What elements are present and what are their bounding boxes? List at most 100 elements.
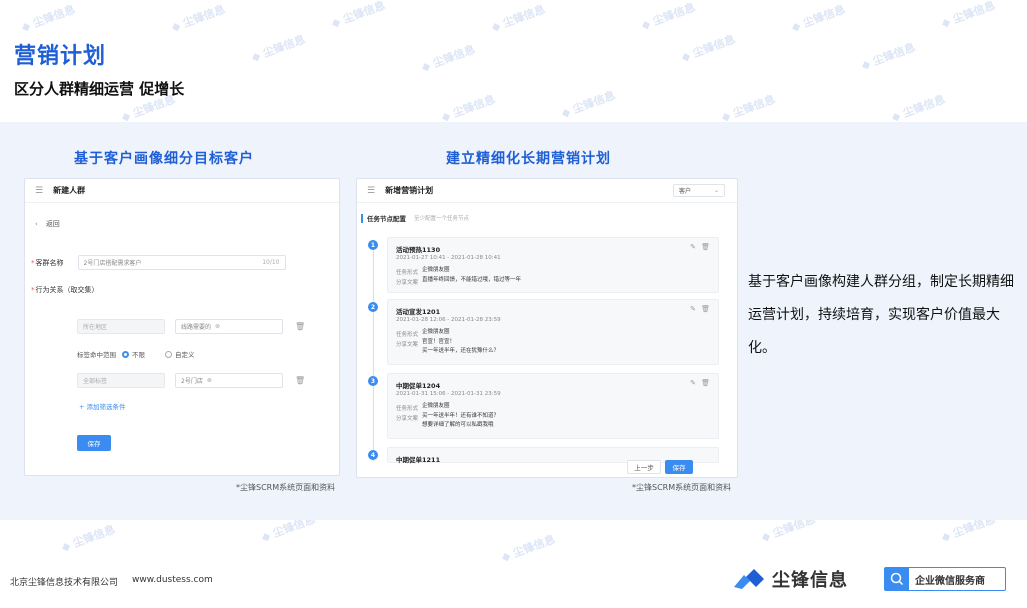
wecom-icon [885, 568, 909, 590]
brand-name: 尘锋信息 [772, 570, 848, 591]
left-section-heading: 基于客户画像细分目标客户 [74, 151, 254, 167]
watermark-text: ◆ 尘锋信息 [419, 42, 477, 75]
task-copy-line: 直播年终回馈，不能错过哦，错过等一年 [422, 277, 522, 283]
save-button[interactable]: 保存 [77, 435, 111, 451]
slide: ◆ 尘锋信息 ◆ 尘锋信息 ◆ 尘锋信息 ◆ 尘锋信息 ◆ 尘锋信息 ◆ 尘锋信息 ◆ 尘锋… [0, 0, 1027, 608]
timeline-step-marker: 4 [368, 450, 378, 460]
task-time: 2021-01-27 10:41 - 2021-01-28 10:41 [396, 255, 501, 261]
edit-icon[interactable]: ✎ [690, 305, 696, 313]
next-button[interactable]: 保存 [665, 460, 693, 474]
task-copy-line: 想要详细了解的可以私戳我哦 [422, 422, 494, 428]
filter2-field-select[interactable]: 全部标签 [77, 373, 165, 388]
task-copy-line: 官宣！官宣！ [422, 339, 456, 345]
task-time: 2021-01-31 15:06 - 2021-01-31 23:59 [396, 391, 501, 397]
add-filter-link[interactable]: + 添加筛选条件 [79, 401, 126, 411]
task-copy-label: 分享文案 [396, 416, 419, 422]
chevron-down-icon: ⌄ [713, 187, 719, 194]
radio-unlimited[interactable] [122, 350, 129, 358]
group-name-input[interactable]: 2号门店搭配需求客户 10/10 [77, 255, 286, 270]
group-name-row: * 客群名称 2号门店搭配需求客户 10/10 [31, 255, 286, 270]
new-group-window: ☰ 新建人群 ‹ 返回 * 客群名称 2号门店搭配需求客户 10/10 * 行为… [24, 178, 340, 476]
task-form-label: 任务形式 [396, 332, 419, 338]
watermark-text: ◆ 尘锋信息 [59, 522, 117, 555]
menu-icon[interactable]: ☰ [367, 186, 375, 196]
wecom-provider-badge: 企业微信服务商 [884, 567, 1006, 591]
radio-custom-label: 自定义 [175, 351, 195, 359]
task-card[interactable]: 活动宣发1201 2021-01-28 12:06 - 2021-01-28 23… [387, 299, 719, 365]
task-copy-label: 分享文案 [396, 280, 419, 286]
watermark-text: ◆ 尘锋信息 [249, 32, 307, 65]
radio-unlimited-label: 不限 [132, 351, 145, 359]
trash-icon[interactable]: 🗑 [295, 322, 305, 331]
trash-icon[interactable]: 🗑 [701, 243, 710, 251]
char-counter: 10/10 [262, 259, 280, 266]
trash-icon[interactable]: 🗑 [701, 379, 710, 387]
close-icon[interactable]: ⊗ [215, 323, 220, 330]
window-title: 新建人群 [53, 186, 86, 195]
close-icon[interactable]: ⊗ [207, 377, 212, 384]
task-form-label: 任务形式 [396, 270, 419, 276]
customer-select-value: 客户 [679, 188, 692, 195]
task-card[interactable]: 中期促单1204 2021-01-31 15:06 - 2021-01-31 23… [387, 373, 719, 439]
watermark-text: ◆ 尘锋信息 [329, 0, 387, 31]
badge-label: 企业微信服务商 [915, 575, 985, 587]
filter1-field-select[interactable]: 所在地区 [77, 319, 165, 334]
filter-row-2: 全部标签 2号门店 ⊗ 🗑 [77, 373, 305, 388]
customer-select[interactable]: 客户 ⌄ [673, 184, 725, 197]
tab-marker [361, 213, 363, 223]
back-label: 返回 [45, 220, 60, 228]
edit-icon[interactable]: ✎ [690, 379, 696, 387]
radio-custom[interactable] [165, 350, 172, 358]
watermark-text: ◆ 尘锋信息 [499, 532, 557, 565]
window-header: ☰ 新增营销计划 客户 ⌄ [357, 179, 737, 203]
filter2-value-select[interactable]: 2号门店 ⊗ [175, 373, 283, 388]
filter1-value-select[interactable]: 线路需要的 ⊗ [175, 319, 283, 334]
prev-button[interactable]: 上一步 [627, 460, 661, 474]
menu-icon[interactable]: ☰ [35, 186, 43, 196]
watermark-text: ◆ 尘锋信息 [489, 2, 547, 35]
task-name: 中期促单1211 [396, 456, 441, 464]
company-name: 北京尘锋信息技术有限公司 [10, 578, 119, 588]
right-caption: *尘锋SCRM系统页面和资料 [632, 483, 732, 492]
task-card[interactable]: 活动预热1130 2021-01-27 10:41 - 2021-01-28 10… [387, 237, 719, 293]
task-copy-line: 买一年送半年！还有谁不知道？ [422, 413, 500, 419]
trash-icon[interactable]: 🗑 [701, 305, 710, 313]
watermark-text: ◆ 尘锋信息 [719, 92, 777, 125]
filter-row-1: 所在地区 线路需要的 ⊗ 🗑 [77, 319, 305, 334]
filter2-value-text: 2号门店 [181, 378, 203, 385]
watermark-text: ◆ 尘锋信息 [169, 2, 227, 35]
watermark-text: ◆ 尘锋信息 [19, 2, 77, 35]
chevron-left-icon: ‹ [35, 220, 38, 228]
task-name: 中期促单1204 [396, 382, 441, 390]
task-form-value: 企微朋友圈 [422, 403, 450, 409]
task-copy-line: 买一年送半年，还在犹豫什么？ [422, 348, 500, 354]
filter1-field-text: 所在地区 [83, 324, 108, 331]
description-text: 基于客户画像构建人群分组，制定长期精细运营计划，持续培育，实现客户价值最大化。 [748, 274, 1014, 356]
back-link[interactable]: ‹ 返回 [35, 219, 60, 229]
watermark-text: ◆ 尘锋信息 [939, 0, 997, 31]
edit-icon[interactable]: ✎ [690, 243, 696, 251]
timeline-step-marker: 3 [368, 376, 378, 386]
marketing-plan-window: ☰ 新增营销计划 客户 ⌄ 任务节点配置 至少配置一个任务节点 1 活动预热1130… [356, 178, 738, 478]
timeline-line [373, 241, 374, 461]
window-header: ☰ 新建人群 [25, 179, 339, 203]
trash-icon[interactable]: 🗑 [295, 376, 305, 385]
filter1-value-text: 线路需要的 [181, 324, 212, 331]
group-name-value: 2号门店搭配需求客户 [83, 260, 142, 267]
page-title: 营销计划 [14, 44, 107, 69]
tag-scope-label: 标签命中范围 [77, 351, 116, 359]
tab-hint: 至少配置一个任务节点 [414, 216, 470, 222]
behavior-row: * 行为关系（取交集） [31, 286, 99, 294]
task-form-value: 企微朋友圈 [422, 329, 450, 335]
task-name: 活动宣发1201 [396, 308, 441, 316]
task-form-label: 任务形式 [396, 406, 419, 412]
window-title: 新增营销计划 [385, 186, 434, 195]
page-subtitle: 区分人群精细运营 促增长 [14, 80, 185, 98]
left-caption: *尘锋SCRM系统页面和资料 [236, 483, 336, 492]
watermark-text: ◆ 尘锋信息 [859, 40, 917, 73]
tab-task-config[interactable]: 任务节点配置 [367, 213, 406, 223]
right-section-heading: 建立精细化长期营销计划 [446, 151, 611, 167]
brand-logo-icon [734, 569, 764, 589]
watermark-text: ◆ 尘锋信息 [889, 92, 947, 125]
company-url[interactable]: www.dustess.com [132, 575, 213, 585]
